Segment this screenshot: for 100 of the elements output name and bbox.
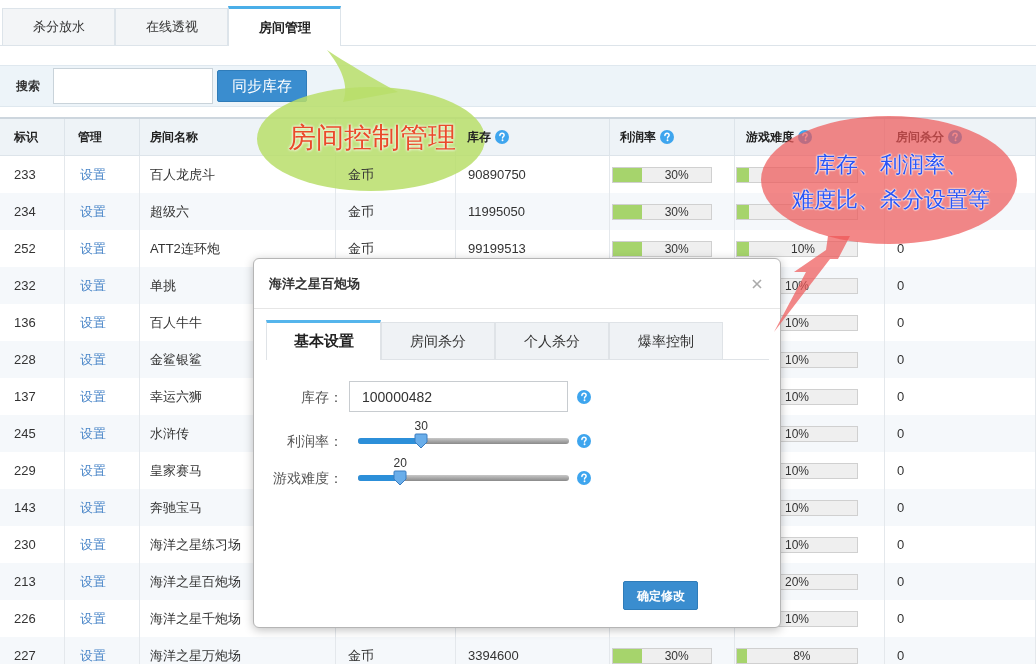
row-id: 228 [14, 350, 36, 369]
help-icon [577, 389, 591, 404]
percent-label: 30% [664, 204, 689, 219]
sync-stock-button[interactable]: 同步库存 [217, 70, 307, 102]
stock-value: 3394600 [468, 646, 519, 664]
settings-link[interactable]: 设置 [80, 608, 106, 629]
row-id: 213 [14, 572, 36, 591]
room-name: 海洋之星百炮场 [150, 572, 241, 591]
column-heading: 房间杀分 [896, 129, 944, 146]
column-heading: 游戏难度 [746, 129, 794, 146]
settings-link[interactable]: 设置 [80, 164, 106, 185]
callout-text: 库存、利润率、 [814, 151, 968, 179]
row-id: 233 [14, 165, 36, 184]
room-name: 海洋之星练习场 [150, 535, 241, 554]
settings-link[interactable]: 设置 [80, 201, 106, 222]
percent-label: 10% [785, 389, 809, 404]
slider-value: 20 [393, 455, 407, 470]
search-field[interactable] [53, 68, 213, 104]
percent-label: 10% [785, 278, 809, 293]
row-id: 245 [14, 424, 36, 443]
row-id: 234 [14, 202, 36, 221]
stock-value: 90890750 [468, 165, 526, 184]
slider[interactable] [358, 469, 569, 486]
input-field[interactable]: 100000482 [349, 381, 568, 412]
row-id: 136 [14, 313, 36, 332]
percent-label: 10% [785, 426, 809, 441]
room-name: 单挑 [150, 276, 176, 295]
stock-value: 99199513 [468, 239, 526, 258]
percent-label: 30% [664, 648, 689, 663]
kill-value: 0 [897, 276, 905, 295]
row-id: 252 [14, 239, 36, 258]
percent-label: 30% [664, 167, 689, 182]
settings-link[interactable]: 设置 [80, 275, 106, 296]
column-heading: 库存 [467, 129, 491, 146]
room-name: 百人牛牛 [150, 313, 202, 332]
settings-link[interactable]: 设置 [80, 571, 106, 592]
settings-link[interactable]: 设置 [80, 645, 106, 664]
kill-value: 0 [897, 350, 905, 369]
kill-value: 0 [897, 535, 905, 554]
row-id: 232 [14, 276, 36, 295]
tab[interactable]: 在线透视 [115, 8, 228, 45]
settings-link[interactable]: 设置 [80, 349, 106, 370]
field-label: 游戏难度： [273, 469, 343, 486]
percent-label: 10% [785, 352, 809, 367]
help-icon [577, 433, 591, 448]
tab[interactable]: 杀分放水 [2, 8, 115, 45]
stock-value: 11995050 [468, 202, 525, 221]
percent-label: 10% [785, 315, 809, 330]
kill-value: 0 [897, 239, 905, 258]
help-icon [660, 130, 674, 144]
column-heading: 标识 [14, 129, 38, 146]
settings-link[interactable]: 设置 [80, 497, 106, 518]
row-id: 230 [14, 535, 36, 554]
room-name: 幸运六狮 [150, 387, 202, 406]
row-id: 143 [14, 498, 36, 517]
settings-link[interactable]: 设置 [80, 312, 106, 333]
room-name: ATT2连环炮 [150, 239, 220, 258]
percent-label: 30% [664, 241, 689, 256]
column-heading: 管理 [78, 129, 102, 146]
currency-label: 金币 [348, 239, 374, 258]
column-heading: 房间名称 [150, 129, 198, 146]
slider[interactable] [358, 432, 569, 449]
room-name: 百人龙虎斗 [150, 165, 215, 184]
row-id: 226 [14, 609, 36, 628]
kill-value: 0 [897, 313, 905, 332]
room-name: 海洋之星千炮场 [150, 609, 241, 628]
close-icon[interactable] [752, 278, 762, 289]
room-name: 超级六 [150, 202, 189, 221]
slider-thumb[interactable] [393, 469, 408, 486]
percent-label: 20% [785, 574, 809, 589]
field-label: 利润率： [287, 432, 343, 449]
kill-value: 0 [897, 461, 905, 480]
field-label: 库存： [301, 388, 343, 405]
settings-link[interactable]: 设置 [80, 238, 106, 259]
kill-value: 0 [897, 572, 905, 591]
dialog-title: 海洋之星百炮场 [269, 274, 360, 293]
kill-value: 0 [897, 609, 905, 628]
settings-link[interactable]: 设置 [80, 534, 106, 555]
dialog-tab[interactable]: 个人杀分 [495, 322, 609, 359]
help-icon [495, 130, 509, 144]
dialog-tab[interactable]: 基本设置 [266, 320, 381, 360]
percent-label: 10% [785, 611, 809, 626]
dialog-tab[interactable]: 爆率控制 [609, 322, 723, 359]
row-id: 137 [14, 387, 36, 406]
kill-value: 0 [897, 387, 905, 406]
slider-thumb[interactable] [414, 432, 429, 449]
percent-label: 8% [793, 648, 811, 663]
callout-text: 难度比、杀分设置等 [792, 186, 990, 214]
dialog-tab[interactable]: 房间杀分 [381, 322, 495, 359]
settings-link[interactable]: 设置 [80, 460, 106, 481]
settings-link[interactable]: 设置 [80, 423, 106, 444]
confirm-button[interactable]: 确定修改 [623, 581, 698, 610]
column-heading: 利润率 [620, 129, 656, 146]
callout-text: 房间控制管理 [288, 121, 456, 155]
room-name: 海洋之星万炮场 [150, 646, 241, 664]
settings-link[interactable]: 设置 [80, 386, 106, 407]
room-name: 皇家赛马 [150, 461, 202, 480]
tab[interactable]: 房间管理 [228, 6, 341, 46]
slider-value: 30 [414, 418, 428, 433]
kill-value: 0 [897, 646, 905, 664]
